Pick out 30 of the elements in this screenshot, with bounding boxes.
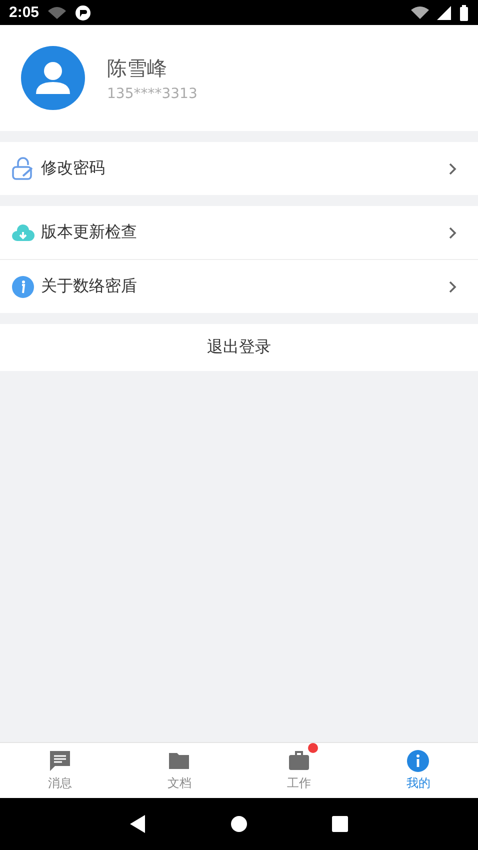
info-icon [11, 274, 35, 298]
recents-icon[interactable] [332, 816, 348, 832]
menu-label: 修改密码 [41, 158, 106, 179]
wifi-icon [411, 6, 429, 20]
menu-label: 版本更新检查 [41, 222, 138, 243]
tab[interactable]: 我的 [358, 743, 478, 798]
chevron-right-icon [448, 162, 458, 176]
lock-icon [11, 156, 35, 180]
menu-item[interactable]: 版本更新检查 [0, 206, 478, 260]
battery-icon [459, 4, 469, 20]
wifi-icon [47, 6, 68, 20]
tab[interactable]: 工作 [239, 743, 358, 798]
user-phone: 135****3313 [107, 86, 198, 102]
tab[interactable]: 消息 [0, 743, 120, 798]
briefcase-icon [286, 749, 311, 773]
tab[interactable]: 文档 [120, 743, 239, 798]
home-icon[interactable] [230, 816, 247, 832]
chat-icon [48, 749, 72, 773]
user-name: 陈雪峰 [107, 54, 168, 82]
chevron-right-icon [448, 226, 458, 240]
back-icon[interactable] [130, 815, 146, 833]
app-notification-icon [75, 4, 92, 20]
signal-icon [437, 6, 451, 20]
menu-label: 关于数络密盾 [41, 276, 138, 297]
chevron-right-icon [448, 280, 458, 294]
info-icon [406, 749, 430, 773]
avatar-icon [21, 46, 85, 110]
menu-item[interactable]: 修改密码 [0, 142, 478, 195]
status-time: 2:05 [9, 4, 40, 21]
menu-item[interactable]: 关于数络密盾 [0, 260, 478, 313]
